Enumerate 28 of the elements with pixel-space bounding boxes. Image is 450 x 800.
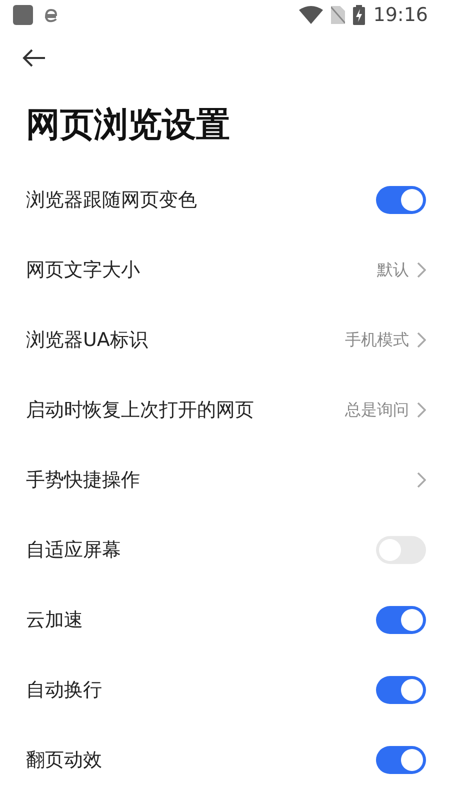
page-title: 网页浏览设置	[25, 104, 231, 147]
chevron-right-icon[interactable]	[417, 472, 426, 488]
setting-value: 总是询问	[345, 399, 409, 421]
back-arrow-icon[interactable]	[22, 48, 46, 68]
browser-icon	[42, 6, 60, 24]
setting-label: 自适应屏幕	[26, 538, 121, 563]
toggle-switch[interactable]	[376, 676, 426, 704]
setting-label: 手势快捷操作	[26, 468, 140, 493]
battery-charging-icon	[353, 5, 366, 25]
setting-value: 手机模式	[345, 329, 409, 351]
app-notification-icon	[12, 4, 34, 26]
chevron-right-icon[interactable]	[417, 262, 426, 278]
chevron-right-icon[interactable]	[417, 402, 426, 418]
setting-label: 启动时恢复上次打开的网页	[26, 398, 254, 423]
chevron-right-icon[interactable]	[417, 332, 426, 348]
toggle-switch[interactable]	[376, 606, 426, 634]
setting-label: 浏览器UA标识	[26, 328, 148, 353]
setting-label: 自动换行	[26, 678, 102, 703]
toggle-switch[interactable]	[376, 746, 426, 774]
toggle-switch[interactable]	[376, 186, 426, 214]
setting-label: 浏览器跟随网页变色	[26, 188, 197, 213]
clock: 19:16	[373, 2, 428, 28]
setting-label: 云加速	[26, 608, 83, 633]
no-sim-icon	[331, 6, 346, 24]
setting-label: 网页文字大小	[26, 258, 140, 283]
wifi-icon	[299, 6, 324, 24]
setting-value: 默认	[377, 259, 409, 281]
setting-label: 翻页动效	[26, 748, 102, 773]
